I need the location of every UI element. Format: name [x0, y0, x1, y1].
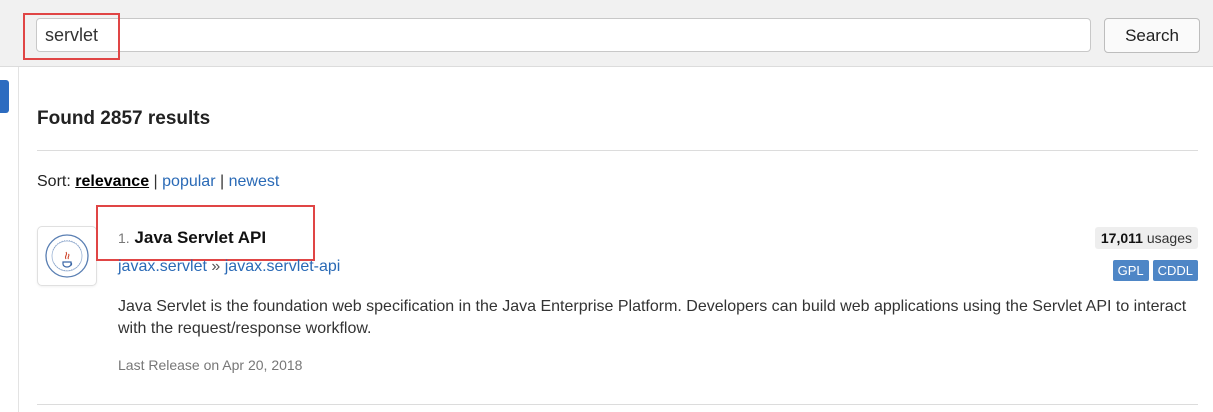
sort-relevance[interactable]: relevance	[75, 173, 149, 190]
divider	[37, 150, 1198, 151]
search-header: Search	[0, 0, 1213, 67]
coordinate-separator: »	[211, 258, 221, 275]
sort-bar: Sort: relevance | popular | newest	[37, 173, 279, 191]
result-number: 1.	[118, 230, 130, 246]
usages-label: usages	[1146, 230, 1192, 246]
license-badges: GPL CDDL	[1112, 260, 1198, 281]
usages-count: 17,011	[1100, 230, 1143, 246]
search-input[interactable]	[36, 18, 1091, 52]
artifact-coordinates: javax.servlet » javax.servlet-api	[118, 258, 340, 276]
result-title: 1. Java Servlet API	[118, 228, 266, 248]
license-badge-gpl[interactable]: GPL	[1112, 260, 1149, 281]
results-count: Found 2857 results	[37, 108, 211, 129]
side-panel-tab[interactable]	[0, 80, 9, 113]
search-button[interactable]: Search	[1104, 18, 1200, 53]
last-release: Last Release on Apr 20, 2018	[118, 357, 303, 373]
left-divider	[18, 67, 19, 412]
sort-separator: |	[153, 173, 158, 190]
java-community-process-logo-icon[interactable]	[37, 226, 97, 286]
usages-badge: 17,011 usages	[1094, 227, 1198, 249]
result-name-link[interactable]: Java Servlet API	[134, 228, 266, 247]
sort-label: Sort:	[37, 173, 71, 190]
sort-popular[interactable]: popular	[162, 173, 215, 190]
sort-newest[interactable]: newest	[229, 173, 280, 190]
result-description: Java Servlet is the foundation web speci…	[118, 298, 1187, 337]
sort-separator: |	[219, 173, 225, 190]
java-logo-icon	[45, 234, 89, 278]
artifact-link[interactable]: javax.servlet-api	[225, 258, 341, 275]
divider	[37, 404, 1198, 405]
group-link[interactable]: javax.servlet	[118, 258, 207, 275]
license-badge-cddl[interactable]: CDDL	[1152, 260, 1198, 281]
